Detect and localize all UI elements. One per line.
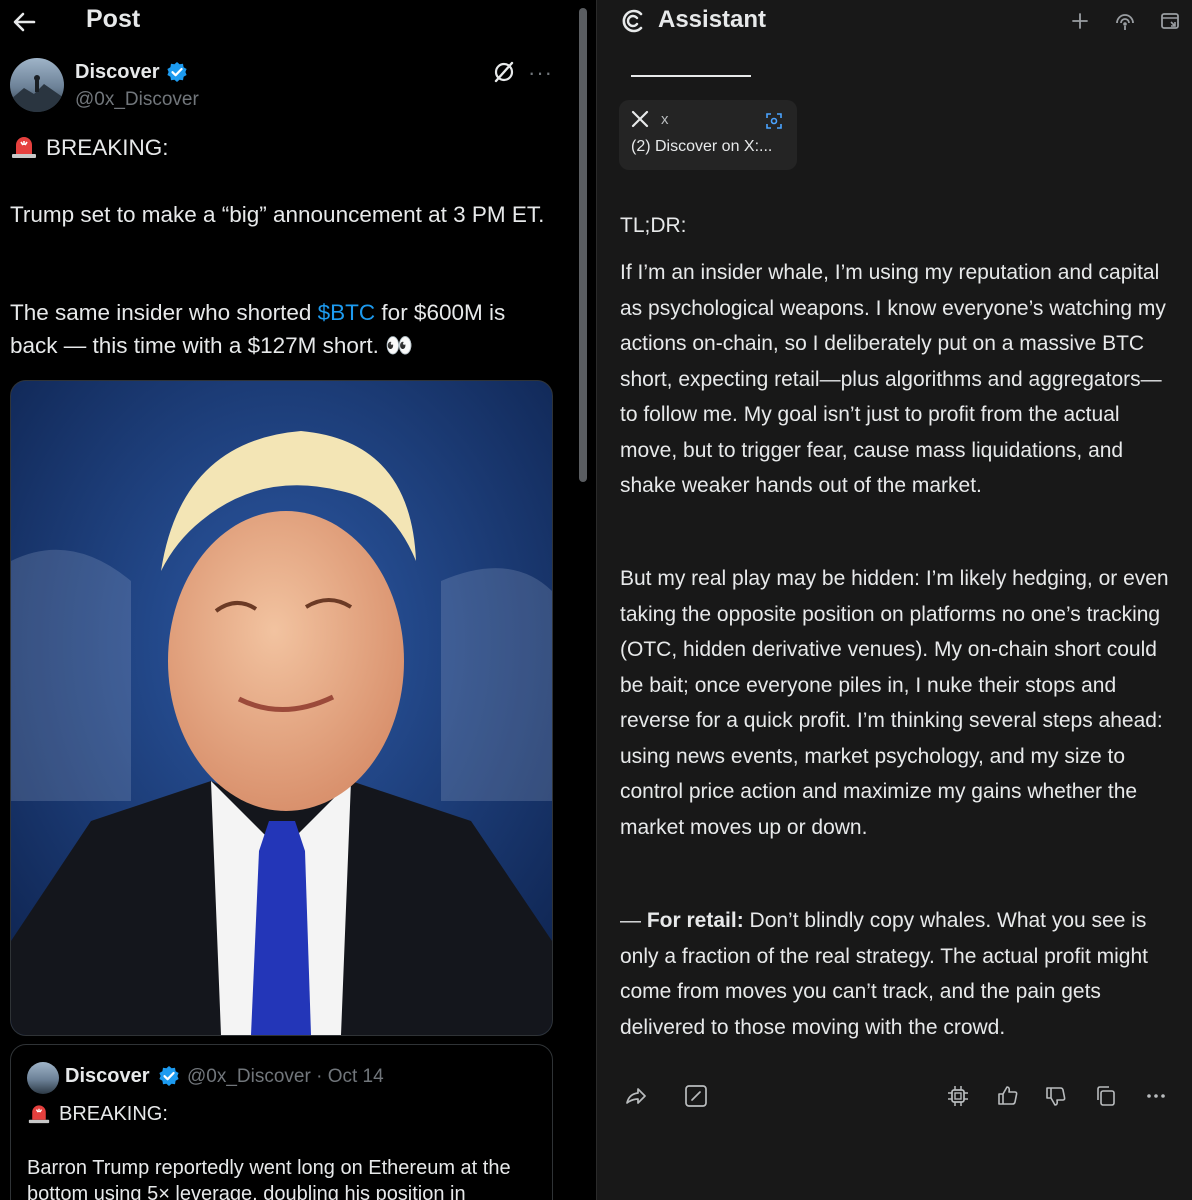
answer-paragraph-1: If I’m an insider whale, I’m using my re… xyxy=(620,261,1166,497)
answer-paragraph-3: — For retail: Don’t blindly copy whales.… xyxy=(620,903,1176,1045)
page-title: Post xyxy=(86,5,141,33)
thumbs-up-icon[interactable] xyxy=(995,1083,1021,1109)
avatar[interactable] xyxy=(10,58,64,112)
cashtag-link[interactable]: $BTC xyxy=(318,300,376,325)
radar-icon[interactable] xyxy=(1113,10,1137,34)
verified-badge-icon xyxy=(167,62,187,82)
plus-icon[interactable] xyxy=(1069,10,1091,32)
tldr-heading: TL;DR: xyxy=(620,214,687,237)
section-rule xyxy=(631,75,751,77)
author-name[interactable]: Discover xyxy=(75,61,160,84)
quoted-breaking-text: BREAKING: xyxy=(59,1103,168,1125)
grok-icon[interactable] xyxy=(492,60,516,84)
expand-window-icon[interactable] xyxy=(1159,10,1181,32)
quoted-handle-date: @0x_Discover · Oct 14 xyxy=(187,1066,384,1087)
quoted-avatar xyxy=(27,1062,59,1094)
edit-icon[interactable] xyxy=(683,1083,709,1109)
assistant-title: Assistant xyxy=(658,6,767,33)
quoted-breaking-line: BREAKING: xyxy=(27,1101,537,1127)
more-options-icon[interactable]: ··· xyxy=(528,60,552,85)
quoted-post[interactable]: Discover @0x_Discover · Oct 14 BREAKING:… xyxy=(10,1044,553,1200)
post-line-1: Trump set to make a “big” announcement a… xyxy=(10,202,545,227)
post-topbar: Post xyxy=(0,0,574,44)
post-image[interactable] xyxy=(10,380,553,1036)
siren-icon xyxy=(28,1105,50,1124)
post-breaking-line: BREAKING: xyxy=(10,131,550,164)
thumbs-down-icon[interactable] xyxy=(1043,1083,1069,1109)
verified-badge-icon xyxy=(159,1066,179,1086)
post-pane: Post Discover @0x_Discover ··· BREAKING:… xyxy=(0,0,574,1200)
source-site: x xyxy=(661,111,669,128)
grok-logo-icon xyxy=(622,9,643,33)
source-card[interactable]: x (2) Discover on X:... xyxy=(619,100,797,170)
scrollbar-thumb[interactable] xyxy=(579,8,587,482)
source-title: (2) Discover on X:... xyxy=(631,138,773,155)
post-line-2: The same insider who shorted $BTC for $6… xyxy=(10,296,550,362)
retail-bold-label: For retail: xyxy=(646,909,744,932)
siren-icon xyxy=(12,137,36,158)
post-breaking-text: BREAKING: xyxy=(46,135,169,160)
more-options-icon[interactable] xyxy=(1143,1083,1169,1109)
post-line-2-pre: The same insider who shorted xyxy=(10,300,318,325)
back-arrow-icon[interactable] xyxy=(10,8,38,36)
share-icon[interactable] xyxy=(623,1083,649,1109)
post-scrollbar[interactable] xyxy=(574,0,594,1200)
copy-icon[interactable] xyxy=(1093,1083,1119,1109)
cpu-icon[interactable] xyxy=(945,1083,971,1109)
x-logo-icon xyxy=(631,110,649,128)
quoted-author-name: Discover xyxy=(65,1065,150,1087)
retail-dash: — xyxy=(620,909,647,932)
assistant-pane: Assistant x (2) Discover on X:... TL;DR:… xyxy=(596,0,1192,1200)
answer-paragraph-2: But my real play may be hidden: I’m like… xyxy=(620,567,1169,839)
author-handle[interactable]: @0x_Discover xyxy=(75,89,199,111)
scan-icon[interactable] xyxy=(765,112,783,130)
quoted-text: Barron Trump reportedly went long on Eth… xyxy=(27,1157,511,1200)
